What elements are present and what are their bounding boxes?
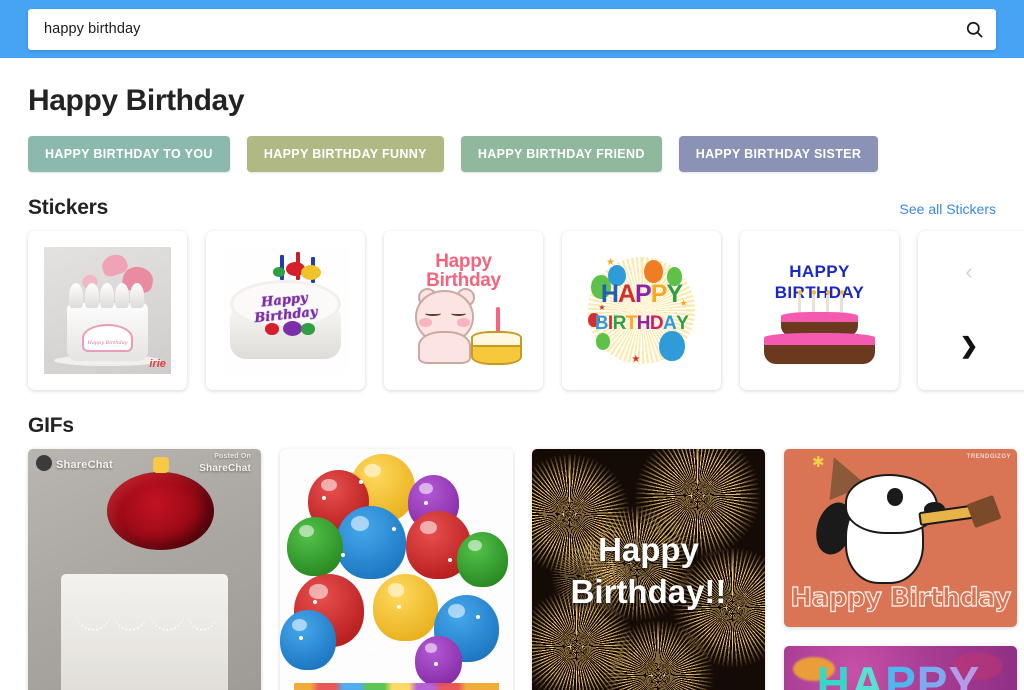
sticker-carousel-nav-tile: ‹ ❯ xyxy=(918,231,1024,390)
stickers-section-header: Stickers See all Stickers xyxy=(28,196,996,220)
chevron-left-icon[interactable]: ‹ xyxy=(956,259,982,285)
gif-card-3[interactable]: TRENDGIZGY ✱ Happy Birthday xyxy=(784,449,1017,627)
sticker-caption-0: Happy Birthday xyxy=(87,340,128,347)
sticker-art-pink-bear: Happy Birthday xyxy=(400,247,527,374)
stickers-title: Stickers xyxy=(28,196,109,219)
sticker-card-4[interactable]: HAPPY BIRTHDAY xyxy=(740,231,899,390)
gif-card-1[interactable] xyxy=(280,449,513,690)
sticker-watermark-0: irie xyxy=(149,358,166,371)
gif-column-3: TRENDGIZGY ✱ Happy Birthday HAPPY xyxy=(784,449,1017,690)
gif-caption-4: HAPPY xyxy=(816,656,981,690)
chevron-right-icon[interactable]: ❯ xyxy=(956,333,982,359)
tag-chip-1[interactable]: HAPPY BIRTHDAY FUNNY xyxy=(246,136,444,172)
gif-column-2: Happy Birthday!! xyxy=(532,449,765,690)
sticker-caption-3-line2: BIRTHDAY xyxy=(594,313,689,335)
sticker-card-1[interactable]: Happy Birthday xyxy=(206,231,365,390)
sticker-art-blue-text-cake: HAPPY BIRTHDAY xyxy=(756,247,883,374)
gifs-title: GIFs xyxy=(28,414,74,437)
gif-column-0: ShareChat Posted On ShareChat xyxy=(28,449,261,690)
sticker-caption-4-line1: HAPPY xyxy=(789,262,850,282)
sticker-card-0[interactable]: Happy Birthday irie xyxy=(28,231,187,390)
sticker-card-2[interactable]: Happy Birthday xyxy=(384,231,543,390)
see-all-stickers-link[interactable]: See all Stickers xyxy=(900,201,996,217)
tag-chip-2[interactable]: HAPPY BIRTHDAY FRIEND xyxy=(460,136,662,172)
sticker-art-cake-butterflies: Happy Birthday irie xyxy=(44,247,171,374)
search-submit-button[interactable] xyxy=(952,9,996,50)
gif-watermark-0: ShareChat xyxy=(56,459,113,471)
sticker-caption-2-line1: Happy xyxy=(435,251,492,273)
search-bar[interactable] xyxy=(28,8,996,50)
sticker-art-rainbow-burst: HAPPY BIRTHDAY ★ ★ ★ ★ xyxy=(578,247,705,374)
gif-watermark-0-brand: ShareChat xyxy=(199,463,251,474)
tag-chip-0[interactable]: HAPPY BIRTHDAY TO YOU xyxy=(28,136,230,172)
gif-card-2[interactable]: Happy Birthday!! xyxy=(532,449,765,690)
gif-caption-2-line2: Birthday!! xyxy=(570,572,727,610)
sticker-card-3[interactable]: HAPPY BIRTHDAY ★ ★ ★ ★ xyxy=(562,231,721,390)
stickers-carousel: Happy Birthday irie Happy Birthday Happy… xyxy=(28,231,1024,390)
page-title: Happy Birthday xyxy=(28,84,245,117)
gif-watermark-0-posted: Posted On xyxy=(214,453,251,460)
gif-watermark-3: TRENDGIZGY xyxy=(966,454,1011,460)
search-header xyxy=(0,0,1024,58)
gif-caption-3: Happy Birthday xyxy=(790,582,1012,613)
page-body: Happy Birthday HAPPY BIRTHDAY TO YOU HAP… xyxy=(0,84,1024,690)
sticker-caption-4-line2: BIRTHDAY xyxy=(774,282,865,302)
gifs-grid: ShareChat Posted On ShareChat Happy Birt… xyxy=(28,449,1017,690)
gif-column-1 xyxy=(280,449,513,690)
sticker-art-round-cake-script: Happy Birthday xyxy=(222,247,349,374)
gif-card-0[interactable]: ShareChat Posted On ShareChat xyxy=(28,449,261,690)
search-input[interactable] xyxy=(28,8,996,50)
gifs-section-header: GIFs xyxy=(28,414,996,438)
gif-card-4[interactable]: HAPPY xyxy=(784,646,1017,690)
gif-caption-2-line1: Happy xyxy=(598,531,699,569)
related-tags-row: HAPPY BIRTHDAY TO YOU HAPPY BIRTHDAY FUN… xyxy=(28,136,996,172)
search-icon xyxy=(965,20,984,39)
tag-chip-3[interactable]: HAPPY BIRTHDAY SISTER xyxy=(678,136,879,172)
